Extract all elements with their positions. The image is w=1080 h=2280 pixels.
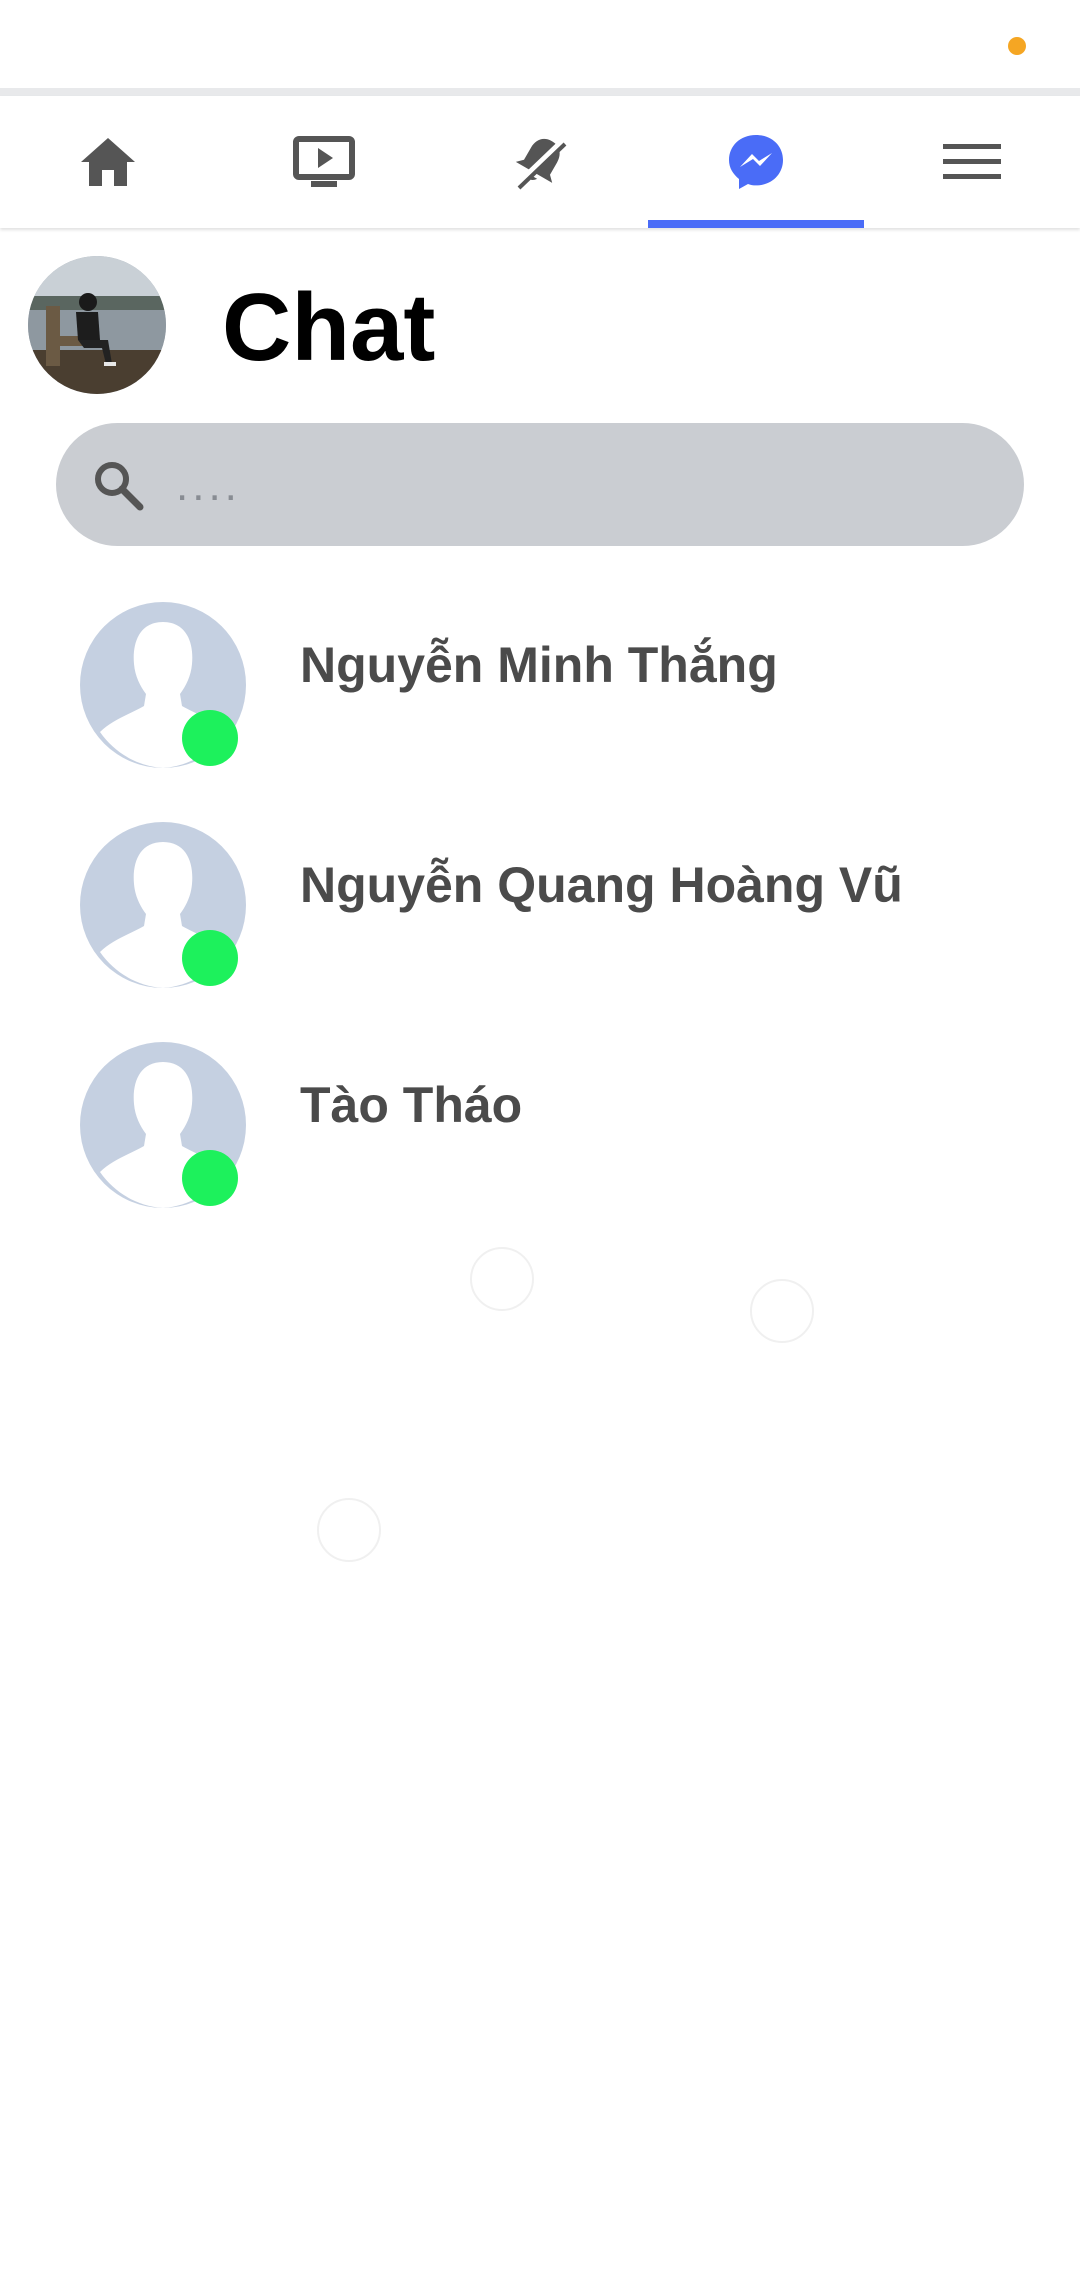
tab-notifications[interactable] bbox=[432, 96, 648, 228]
bell-off-icon bbox=[515, 138, 567, 190]
contact-name: Nguyễn Quang Hoàng Vũ bbox=[300, 857, 903, 913]
notification-indicator-icon bbox=[1008, 37, 1026, 55]
decorative-circle bbox=[317, 1498, 381, 1562]
list-item[interactable]: Nguyễn Quang Hoàng Vũ bbox=[0, 820, 1080, 1040]
online-status-indicator bbox=[182, 1150, 238, 1206]
chat-header: Chat bbox=[0, 256, 1080, 396]
profile-avatar[interactable] bbox=[28, 256, 166, 394]
decorative-circle bbox=[750, 1279, 814, 1343]
home-icon bbox=[81, 138, 135, 186]
online-status-indicator bbox=[182, 710, 238, 766]
search-icon bbox=[95, 462, 144, 511]
list-item[interactable]: Nguyễn Minh Thắng bbox=[0, 600, 1080, 820]
contact-list: Nguyễn Minh Thắng Nguyễn Quang Hoàng Vũ … bbox=[0, 600, 1080, 1260]
messenger-icon bbox=[729, 135, 783, 189]
video-icon bbox=[293, 136, 355, 187]
contact-name: Tào Tháo bbox=[300, 1077, 523, 1133]
online-status-indicator bbox=[182, 930, 238, 986]
list-item[interactable]: Tào Tháo bbox=[0, 1040, 1080, 1260]
page-title: Chat bbox=[222, 274, 436, 381]
divider bbox=[0, 88, 1080, 96]
contact-name: Nguyễn Minh Thắng bbox=[300, 637, 778, 693]
tab-menu[interactable] bbox=[864, 96, 1080, 228]
tab-home[interactable] bbox=[0, 96, 216, 228]
tab-watch[interactable] bbox=[216, 96, 432, 228]
tab-chat[interactable] bbox=[648, 96, 864, 228]
menu-icon bbox=[943, 144, 1001, 179]
decorative-circle bbox=[470, 1247, 534, 1311]
status-bar bbox=[0, 0, 1080, 88]
search-bar[interactable] bbox=[56, 423, 1024, 546]
profile-photo bbox=[28, 256, 166, 394]
top-nav-bar bbox=[0, 96, 1080, 228]
search-input[interactable] bbox=[174, 443, 998, 529]
